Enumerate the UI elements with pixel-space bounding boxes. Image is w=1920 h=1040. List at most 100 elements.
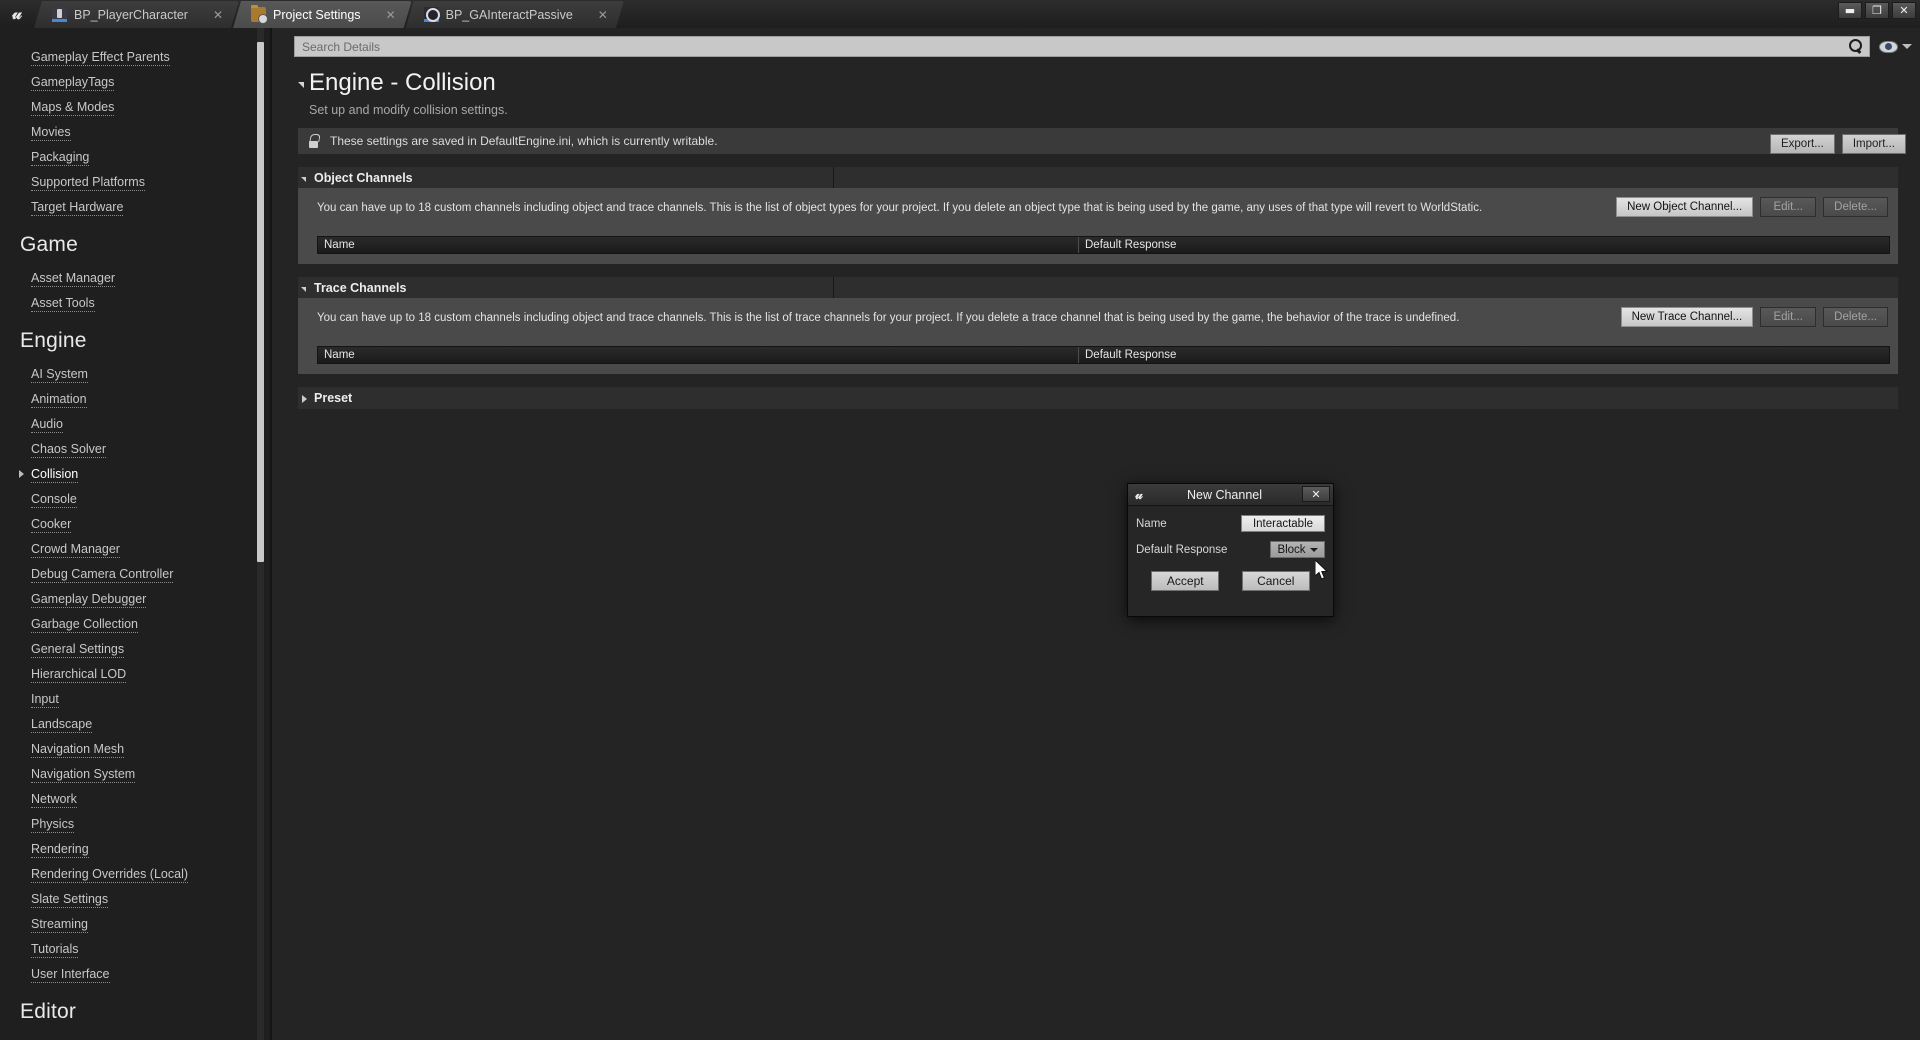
sidebar-item-asset-manager[interactable]: Asset Manager bbox=[0, 265, 272, 290]
sidebar-item-navigation-system[interactable]: Navigation System bbox=[0, 761, 272, 786]
sidebar-item-label: Navigation System bbox=[31, 766, 136, 783]
eye-icon[interactable] bbox=[1879, 40, 1898, 53]
sidebar-item-supported-platforms[interactable]: Supported Platforms bbox=[0, 169, 272, 194]
cancel-button[interactable]: Cancel bbox=[1241, 571, 1310, 591]
sidebar-item-gameplaytags[interactable]: GameplayTags bbox=[0, 69, 272, 94]
sidebar-item-physics[interactable]: Physics bbox=[0, 811, 272, 836]
sidebar-item-collision[interactable]: Collision bbox=[0, 461, 272, 486]
collapse-triangle-icon[interactable] bbox=[301, 286, 306, 292]
edit-trace-channel-button[interactable]: Edit... bbox=[1760, 307, 1817, 327]
tab-label: BP_PlayerCharacter bbox=[74, 7, 188, 22]
object-channels-table-header: Name Default Response bbox=[317, 236, 1890, 254]
close-icon[interactable]: ✕ bbox=[213, 9, 223, 21]
channel-name-input[interactable]: Interactable bbox=[1241, 515, 1325, 532]
collapse-triangle-icon[interactable] bbox=[301, 176, 306, 182]
sidebar-item-input[interactable]: Input bbox=[0, 686, 272, 711]
sidebar-item-tutorials[interactable]: Tutorials bbox=[0, 936, 272, 961]
accept-button[interactable]: Accept bbox=[1151, 571, 1220, 591]
default-response-label: Default Response bbox=[1136, 543, 1228, 556]
section-title: Trace Channels bbox=[298, 281, 406, 295]
sidebar-item-network[interactable]: Network bbox=[0, 786, 272, 811]
sidebar-item-console[interactable]: Console bbox=[0, 486, 272, 511]
sidebar-item-target-hardware[interactable]: Target Hardware bbox=[0, 194, 272, 219]
sidebar-item-label: Maps & Modes bbox=[31, 99, 115, 116]
sidebar-item-crowd-manager[interactable]: Crowd Manager bbox=[0, 536, 272, 561]
sidebar-item-rendering[interactable]: Rendering bbox=[0, 836, 272, 861]
sidebar-scrollbar-thumb[interactable] bbox=[257, 42, 264, 562]
sidebar-item-label: Console bbox=[31, 491, 77, 508]
sidebar-item-rendering-overrides-local[interactable]: Rendering Overrides (Local) bbox=[0, 861, 272, 886]
section-title: Object Channels bbox=[298, 171, 413, 185]
column-splitter[interactable] bbox=[833, 277, 834, 298]
settings-sidebar[interactable]: Gameplay Effect Parents GameplayTags Map… bbox=[0, 28, 272, 1040]
sidebar-item-label: Supported Platforms bbox=[31, 174, 145, 191]
sidebar-item-general-settings[interactable]: General Settings bbox=[0, 636, 272, 661]
dialog-response-row: Default Response Block bbox=[1128, 541, 1333, 558]
sidebar-item-label: Target Hardware bbox=[31, 199, 124, 216]
default-response-dropdown[interactable]: Block bbox=[1270, 541, 1325, 558]
tab-bp-gainteractpassive[interactable]: BP_GAInteractPassive ✕ bbox=[406, 1, 624, 28]
sidebar-item-cooker[interactable]: Cooker bbox=[0, 511, 272, 536]
sidebar-item-label: Gameplay Debugger bbox=[31, 591, 147, 608]
sidebar-item-gameplay-debugger[interactable]: Gameplay Debugger bbox=[0, 586, 272, 611]
sidebar-item-navigation-mesh[interactable]: Navigation Mesh bbox=[0, 736, 272, 761]
section-header-preset[interactable]: Preset bbox=[298, 387, 1898, 409]
sidebar-item-garbage-collection[interactable]: Garbage Collection bbox=[0, 611, 272, 636]
sidebar-item-maps-and-modes[interactable]: Maps & Modes bbox=[0, 94, 272, 119]
section-header-object-channels[interactable]: Object Channels bbox=[298, 167, 1898, 188]
search-input[interactable]: Search Details bbox=[294, 36, 1870, 57]
sidebar-item-label: Animation bbox=[31, 391, 87, 408]
sidebar-item-landscape[interactable]: Landscape bbox=[0, 711, 272, 736]
expand-triangle-icon[interactable] bbox=[302, 395, 307, 403]
sidebar-item-animation[interactable]: Animation bbox=[0, 386, 272, 411]
gameplay-ability-icon bbox=[424, 7, 439, 22]
sidebar-item-2d[interactable]: 2D bbox=[0, 1032, 272, 1040]
section-title: Preset bbox=[298, 391, 352, 405]
minimize-button[interactable]: ▬ bbox=[1838, 2, 1862, 19]
search-row: Search Details bbox=[294, 34, 1912, 59]
sidebar-item-label: Garbage Collection bbox=[31, 616, 139, 633]
sidebar-item-slate-settings[interactable]: Slate Settings bbox=[0, 886, 272, 911]
sidebar-item-audio[interactable]: Audio bbox=[0, 411, 272, 436]
sidebar-item-label: Navigation Mesh bbox=[31, 741, 125, 758]
column-header-name[interactable]: Name bbox=[318, 239, 1078, 251]
column-divider[interactable] bbox=[1078, 237, 1079, 253]
sidebar-item-ai-system[interactable]: AI System bbox=[0, 361, 272, 386]
collapse-triangle-icon[interactable] bbox=[298, 82, 304, 88]
column-header-default-response[interactable]: Default Response bbox=[1078, 239, 1176, 251]
new-object-channel-button[interactable]: New Object Channel... bbox=[1616, 197, 1754, 217]
dialog-close-button[interactable]: ✕ bbox=[1302, 486, 1330, 502]
sidebar-item-asset-tools[interactable]: Asset Tools bbox=[0, 290, 272, 315]
column-header-name[interactable]: Name bbox=[318, 349, 1078, 361]
search-icon[interactable] bbox=[1848, 39, 1863, 54]
edit-object-channel-button[interactable]: Edit... bbox=[1760, 197, 1817, 217]
new-channel-dialog[interactable]: 𝓊 New Channel ✕ Name Interactable Defaul… bbox=[1127, 483, 1334, 617]
column-header-default-response[interactable]: Default Response bbox=[1078, 349, 1176, 361]
sidebar-item-hierarchical-lod[interactable]: Hierarchical LOD bbox=[0, 661, 272, 686]
close-icon[interactable]: ✕ bbox=[598, 9, 608, 21]
sidebar-item-chaos-solver[interactable]: Chaos Solver bbox=[0, 436, 272, 461]
sidebar-item-gameplay-effect-parents[interactable]: Gameplay Effect Parents bbox=[0, 44, 272, 69]
chevron-down-icon[interactable] bbox=[1902, 44, 1912, 49]
close-icon[interactable]: ✕ bbox=[386, 9, 396, 21]
sidebar-item-debug-camera-controller[interactable]: Debug Camera Controller bbox=[0, 561, 272, 586]
column-divider[interactable] bbox=[1078, 347, 1079, 363]
sidebar-item-packaging[interactable]: Packaging bbox=[0, 144, 272, 169]
sidebar-item-label: Audio bbox=[31, 416, 63, 433]
export-button[interactable]: Export... bbox=[1769, 134, 1835, 154]
section-header-trace-channels[interactable]: Trace Channels bbox=[298, 277, 1898, 298]
tab-bp-playercharacter[interactable]: BP_PlayerCharacter ✕ bbox=[34, 1, 239, 28]
new-trace-channel-button[interactable]: New Trace Channel... bbox=[1620, 307, 1754, 327]
restore-button[interactable]: ❐ bbox=[1865, 2, 1889, 19]
delete-object-channel-button[interactable]: Delete... bbox=[1823, 197, 1888, 217]
close-button[interactable]: ✕ bbox=[1892, 2, 1916, 19]
view-options-button[interactable] bbox=[1879, 40, 1912, 53]
chevron-right-icon[interactable] bbox=[19, 470, 24, 478]
sidebar-item-streaming[interactable]: Streaming bbox=[0, 911, 272, 936]
delete-trace-channel-button[interactable]: Delete... bbox=[1823, 307, 1888, 327]
sidebar-item-movies[interactable]: Movies bbox=[0, 119, 272, 144]
column-splitter[interactable] bbox=[833, 167, 834, 188]
sidebar-item-user-interface[interactable]: User Interface bbox=[0, 961, 272, 986]
import-button[interactable]: Import... bbox=[1841, 134, 1906, 154]
tab-project-settings[interactable]: Project Settings ✕ bbox=[233, 1, 412, 28]
